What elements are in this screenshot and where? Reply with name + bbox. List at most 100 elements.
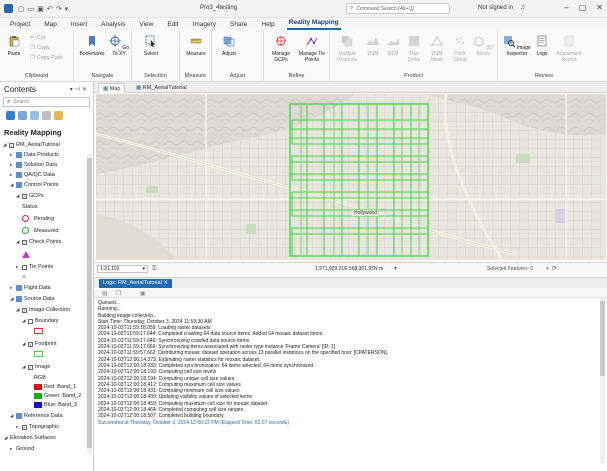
- tab-view[interactable]: View: [137, 21, 155, 30]
- map-canvas[interactable]: Hollywood: [96, 94, 606, 260]
- list-by-snapping-icon[interactable]: [54, 111, 63, 120]
- tab-imagery[interactable]: Imagery: [191, 21, 218, 30]
- red-band-swatch: [34, 384, 42, 390]
- contents-scrollbar[interactable]: [87, 154, 92, 454]
- notifications-icon[interactable]: ♫: [520, 4, 525, 11]
- minimize-icon[interactable]: –: [564, 3, 568, 12]
- dtm-button[interactable]: DTM: [384, 35, 402, 57]
- tree-source-data[interactable]: ◢ Source Data: [10, 296, 55, 302]
- tree-reference-data[interactable]: ◢ Reference Data: [10, 413, 63, 419]
- tab-insert[interactable]: Insert: [69, 21, 89, 30]
- adjust-button[interactable]: Adjust: [216, 35, 242, 57]
- close-icon[interactable]: ✕: [596, 3, 603, 12]
- refresh-icon[interactable]: ⟳: [552, 266, 560, 272]
- contents-pane: Contents ▾⊣✕ ⌕ Search Reality Mapping ◢ ✓…: [0, 82, 94, 471]
- pin-icon[interactable]: ⊣: [75, 87, 82, 93]
- tab-project[interactable]: Project: [8, 21, 32, 30]
- log-export-icon[interactable]: ▣: [140, 290, 146, 297]
- copy-button[interactable]: ❐ Copy: [30, 45, 50, 51]
- tab-share[interactable]: Share: [228, 21, 249, 30]
- measure-button[interactable]: Measure: [183, 35, 209, 57]
- go-to-xy-button[interactable]: Go To XY: [108, 35, 130, 57]
- tree-check-points[interactable]: ◢ ✓ Check Points: [16, 239, 61, 245]
- tab-map[interactable]: Map: [42, 21, 59, 30]
- logs-button[interactable]: Logs: [534, 35, 550, 57]
- logs-scrollbar[interactable]: [600, 298, 605, 463]
- list-by-editing-icon[interactable]: [42, 111, 51, 120]
- true-ortho-button[interactable]: True Ortho: [404, 35, 424, 63]
- tab-map-view[interactable]: ▦ Map: [98, 83, 126, 93]
- legend-pending: Pending: [22, 215, 54, 222]
- manage-gcps-button[interactable]: Manage GCPs: [267, 35, 295, 63]
- coordinate-format-chevron-icon[interactable]: ▾: [394, 265, 397, 272]
- undo-icon[interactable]: ↶: [47, 5, 53, 13]
- maximize-icon[interactable]: ▢: [579, 3, 587, 12]
- manage-tie-points-button[interactable]: Manage Tie Points: [297, 35, 327, 63]
- reality-mapping-root[interactable]: Reality Mapping: [4, 128, 62, 137]
- multiple-products-button[interactable]: Multiple Products: [334, 35, 360, 63]
- dsm-button[interactable]: DSM: [364, 35, 382, 57]
- log-copy-icon[interactable]: ❐: [116, 290, 121, 297]
- tab-rm-aerialtutorial[interactable]: ▦ RM_AerialTutorial: [132, 83, 191, 93]
- tree-flight-data[interactable]: ▸ Flight Data: [10, 285, 51, 291]
- tab-help[interactable]: Help: [259, 21, 276, 30]
- triangle-symbol-icon: [22, 251, 30, 258]
- close-pane-icon[interactable]: ✕: [82, 87, 89, 93]
- map-scale-dropdown[interactable]: 1:21,119 ▾: [97, 265, 148, 273]
- contents-search-input[interactable]: ⌕ Search: [3, 97, 90, 107]
- list-by-data-source-icon[interactable]: [18, 111, 27, 120]
- footprint-symbol: [34, 351, 43, 357]
- tree-rm-aerialtutorial[interactable]: ◢ ✓ RM_AerialTutorial: [3, 142, 60, 148]
- tab-analysis[interactable]: Analysis: [99, 21, 127, 30]
- paste-button[interactable]: Paste: [5, 35, 23, 57]
- new-project-icon[interactable]: ▢: [18, 5, 25, 13]
- tree-image[interactable]: ◢ ✓ Image: [22, 364, 50, 370]
- legend-tie-point-symbol: +: [22, 274, 26, 281]
- tab-edit[interactable]: Edit: [165, 21, 180, 30]
- save-icon[interactable]: ▣: [37, 5, 44, 13]
- tree-solution-data[interactable]: ▸ Solution Data: [10, 162, 57, 168]
- selected-features-count: Selected Features: 0: [487, 266, 534, 272]
- tree-boundary[interactable]: ◢ Boundary: [22, 318, 59, 324]
- customize-chevron-icon[interactable]: ▾: [65, 5, 69, 13]
- map-label-hollywood: Hollywood: [354, 210, 378, 216]
- tree-footprint[interactable]: ◢ ✓ Footprint: [22, 341, 57, 347]
- adjust-group-label: Adjust: [229, 73, 246, 79]
- tree-data-products[interactable]: ▸ Data Products: [10, 152, 59, 158]
- command-search-input[interactable]: ⌕ Command Search (Alt+Q): [346, 3, 450, 14]
- tree-image-collection[interactable]: ◢ ✓ Image Collection: [16, 307, 70, 313]
- sign-in-status[interactable]: Not signed in: [478, 5, 513, 11]
- image-inspector-button[interactable]: Image Inspector: [502, 35, 532, 57]
- tree-control-points[interactable]: ◢ Control Points: [10, 182, 59, 188]
- select-button[interactable]: Select: [138, 35, 164, 57]
- tab-logs-rm-aerialtutorial[interactable]: Logs: RM_AerialTutorial ✕: [99, 279, 172, 288]
- scale-lock-icon[interactable]: ⚿: [152, 266, 157, 273]
- cut-button[interactable]: ✂ Cut: [30, 35, 45, 41]
- redo-icon[interactable]: ↷: [56, 5, 62, 13]
- bookmarks-button[interactable]: Bookmarks: [78, 35, 106, 57]
- tab-reality-mapping[interactable]: Reality Mapping: [286, 19, 341, 30]
- tree-tie-points[interactable]: ▸ Tie Points: [16, 264, 53, 270]
- 3d-mesh-button[interactable]: 3D Mesh: [472, 35, 494, 57]
- paste-icon: [9, 36, 20, 47]
- refine-group-label: Refine: [288, 73, 305, 79]
- ribbon-tabs: Project Map Insert Analysis View Edit Im…: [0, 18, 607, 30]
- dsm-mesh-button[interactable]: DSM Mesh: [426, 35, 448, 63]
- project-title[interactable]: Pro3_4testing: [200, 5, 237, 11]
- tree-elevation-surfaces[interactable]: ◢ Elevation Surfaces: [4, 435, 56, 441]
- adjustment-report-button[interactable]: Adjustment Report: [552, 35, 586, 63]
- open-project-icon[interactable]: ▭: [28, 5, 35, 13]
- list-by-drawing-order-icon[interactable]: [6, 111, 15, 120]
- copy-path-button[interactable]: ❐ Copy Path: [30, 55, 63, 61]
- point-cloud-button[interactable]: Point Cloud: [450, 35, 470, 63]
- tree-qaqc-data[interactable]: ▸ QA/QC Data: [10, 172, 55, 178]
- dsm-icon: [367, 37, 379, 45]
- list-by-selection-icon[interactable]: [30, 111, 39, 120]
- plus-symbol-icon: +: [22, 274, 27, 281]
- log-filter-icon[interactable]: ▤: [102, 290, 108, 297]
- tree-ground[interactable]: ▸ Ground: [10, 446, 34, 452]
- tree-topographic[interactable]: ▸ ✓ Topographic: [16, 424, 59, 430]
- tree-gcps[interactable]: ◢ ✓ GCPs: [16, 193, 44, 199]
- window-controls: – ▢ ✕: [564, 3, 603, 12]
- contents-title: Contents: [4, 85, 37, 94]
